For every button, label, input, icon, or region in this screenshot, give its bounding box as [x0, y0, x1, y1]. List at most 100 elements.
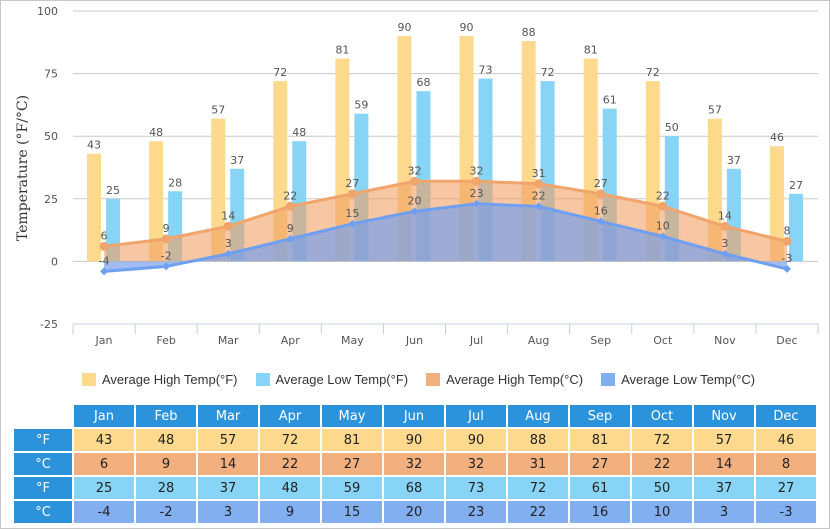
area-data-label: 9 [287, 222, 294, 235]
bar-data-label: 81 [584, 44, 598, 57]
x-tick-label: Jun [405, 334, 423, 347]
table-cell: 68 [384, 477, 444, 499]
table-cell: 32 [384, 453, 444, 475]
table-cell: 57 [198, 429, 258, 451]
table-row: °C -4 -2 3 9 15 20 23 22 16 10 3 -3 [14, 501, 816, 523]
table-header-row: Jan Feb Mar Apr May Jun Jul Aug Sep Oct Nov Dec [14, 405, 816, 427]
temperature-chart: -250255075100 Temperature (°F/°C) Jan Feb… [15, 5, 819, 347]
legend-item-high-f[interactable]: Average High Temp(°F) [82, 372, 238, 387]
area-data-label: 32 [470, 164, 484, 177]
area-data-label: 14 [221, 209, 235, 222]
legend-item-high-c[interactable]: Average High Temp(°C) [426, 372, 583, 387]
table-cell: 20 [384, 501, 444, 523]
x-tick-label: Feb [156, 334, 175, 347]
area-data-label: 22 [656, 189, 670, 202]
table-cell: 16 [570, 501, 630, 523]
table-month-header: Jun [384, 405, 444, 427]
legend: Average High Temp(°F) Average Low Temp(°… [82, 372, 773, 387]
table-cell: 88 [508, 429, 568, 451]
bar-data-label: 50 [665, 121, 679, 134]
table-cell: 9 [136, 453, 196, 475]
bar-data-label: 46 [770, 131, 784, 144]
bar-data-label: 90 [397, 21, 411, 34]
x-tick-label: Apr [281, 334, 301, 347]
table-month-header: Mar [198, 405, 258, 427]
table-month-header: Dec [756, 405, 816, 427]
bar-data-label: 57 [708, 104, 722, 117]
table-cell: 43 [74, 429, 134, 451]
legend-label: Average Low Temp(°F) [275, 372, 409, 387]
table-month-header: Sep [570, 405, 630, 427]
bar-data-label: 43 [87, 139, 101, 152]
area-series [99, 176, 792, 276]
table-row: °C 6 9 14 22 27 32 32 31 27 22 14 8 [14, 453, 816, 475]
area-data-label: -3 [781, 252, 792, 265]
legend-item-low-c[interactable]: Average Low Temp(°C) [601, 372, 755, 387]
bar [87, 153, 102, 262]
area-point [534, 179, 544, 189]
bar-data-label: 61 [603, 94, 617, 107]
legend-label: Average High Temp(°F) [102, 372, 238, 387]
area-point [409, 176, 419, 186]
area-point [223, 221, 233, 231]
bar-data-label: 73 [479, 64, 493, 77]
area-point [472, 176, 482, 186]
area-data-label: 27 [594, 177, 608, 190]
x-tick-label: Mar [218, 334, 239, 347]
legend-swatch [601, 373, 616, 386]
table-month-header: Apr [260, 405, 320, 427]
table-cell: 57 [694, 429, 754, 451]
x-tick-label: Dec [776, 334, 797, 347]
area-data-label: 31 [532, 167, 546, 180]
x-axis: Jan Feb Mar Apr May Jun Jul Aug Sep Oct Nov Dec [72, 323, 819, 347]
legend-swatch [255, 373, 270, 386]
table-cell: 32 [446, 453, 506, 475]
y-tick-label: 25 [44, 193, 58, 206]
bar-data-label: 81 [335, 44, 349, 57]
bar-data-label: 68 [416, 76, 430, 89]
area-data-label: 3 [225, 237, 232, 250]
table-cell: 46 [756, 429, 816, 451]
table-cell: 61 [570, 477, 630, 499]
table-month-header: Jan [74, 405, 134, 427]
bar-data-label: 72 [646, 66, 660, 79]
table-cell: 37 [198, 477, 258, 499]
legend-swatch [82, 373, 96, 386]
table-cell: 3 [198, 501, 258, 523]
area-data-label: -4 [99, 254, 110, 267]
y-axis-ticks: -25 0 25 50 75 100 [37, 5, 58, 331]
area-point [347, 189, 357, 199]
table-cell: 10 [632, 501, 692, 523]
table-cell: 90 [384, 429, 444, 451]
area-data-label: 23 [470, 187, 484, 200]
area-point [285, 201, 295, 211]
table-cell: 25 [74, 477, 134, 499]
x-tick-label: Sep [590, 334, 611, 347]
table-cell: 14 [198, 453, 258, 475]
table-row: °F 25 28 37 48 59 68 73 72 61 50 37 27 [14, 477, 816, 499]
table-cell: -4 [74, 501, 134, 523]
table-cell: 81 [322, 429, 382, 451]
table-cell: 27 [322, 453, 382, 475]
table-cell: 37 [694, 477, 754, 499]
area-data-label: 14 [718, 209, 732, 222]
table-unit-label: °C [14, 501, 72, 523]
bar-data-label: 28 [168, 176, 182, 189]
table-unit-label: °F [14, 477, 72, 499]
area-data-label: 27 [345, 177, 359, 190]
table-cell: 3 [694, 501, 754, 523]
area-data-label: 16 [594, 204, 608, 217]
legend-item-low-f[interactable]: Average Low Temp(°F) [255, 372, 409, 387]
y-tick-label: 75 [44, 68, 58, 81]
bar-data-label: 59 [354, 99, 368, 112]
y-tick-label: 50 [44, 130, 58, 143]
area-data-label: -2 [161, 249, 172, 262]
table-cell: 72 [508, 477, 568, 499]
area-data-label: 15 [345, 207, 359, 220]
table-cell: 48 [136, 429, 196, 451]
table-cell: 8 [756, 453, 816, 475]
area-data-label: 22 [283, 189, 297, 202]
bar-data-label: 48 [292, 126, 306, 139]
table-cell: 27 [570, 453, 630, 475]
table-cell: 15 [322, 501, 382, 523]
